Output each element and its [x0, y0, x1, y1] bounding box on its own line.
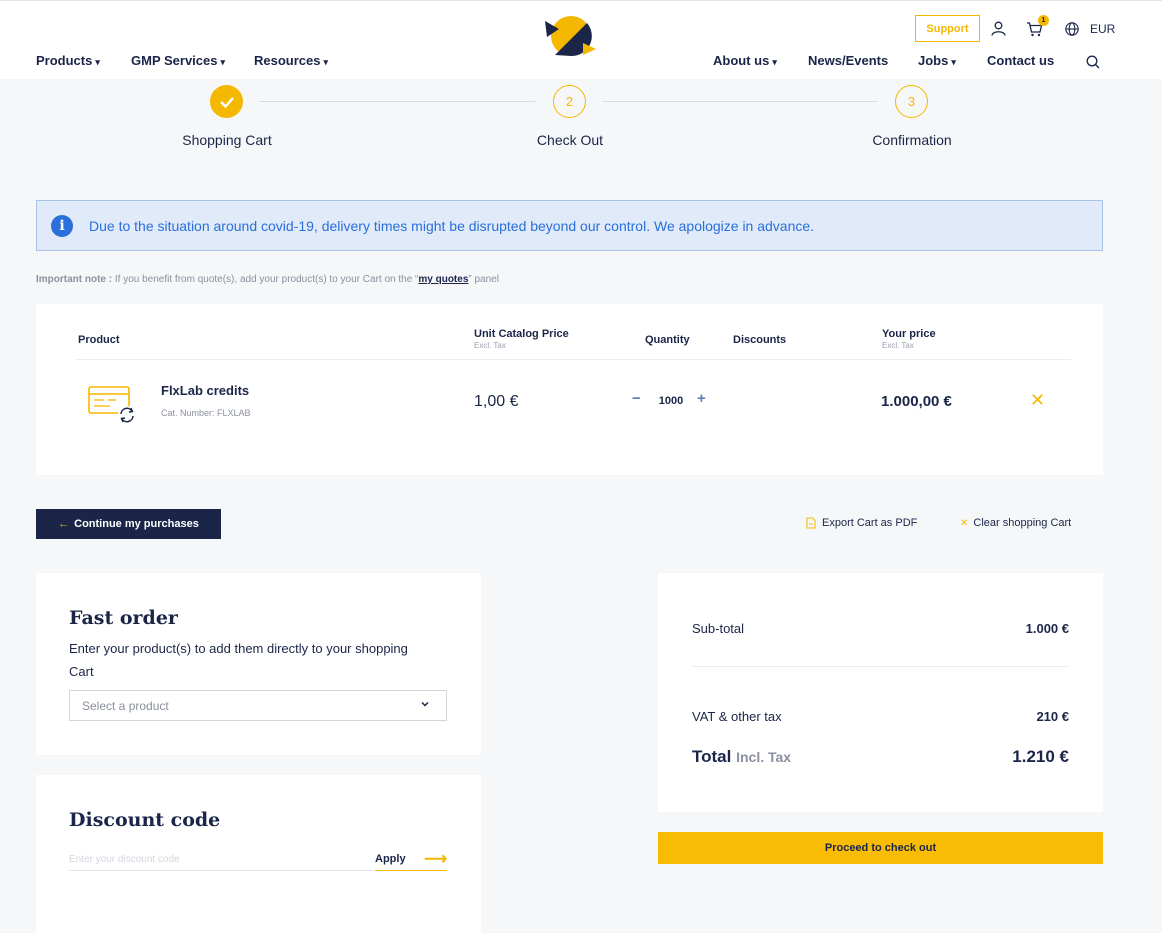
total-incl-tax: Incl. Tax: [736, 749, 792, 765]
chevron-down-icon: ▾: [220, 57, 226, 67]
nav-label: GMP Services: [131, 53, 218, 68]
discount-code-input[interactable]: [69, 848, 374, 871]
apply-button[interactable]: Apply ⟶: [375, 848, 447, 871]
arrow-right-icon: ⟶: [424, 851, 447, 868]
row-divider: [76, 359, 1071, 360]
header-your-price-sub: Excl. Tax: [882, 341, 914, 350]
export-pdf-link[interactable]: Export Cart as PDF: [806, 517, 917, 529]
nav-label: Resources: [254, 53, 321, 68]
info-icon: i: [51, 214, 73, 237]
chevron-down-icon: ▾: [95, 57, 100, 67]
cart-table: Product Unit Catalog Price Excl. Tax Qua…: [36, 304, 1103, 475]
arrow-left-icon: ←: [58, 518, 70, 530]
subtotal-label: Sub-total: [692, 621, 745, 636]
summary-divider: [692, 666, 1070, 667]
alert-text: Due to the situation around covid-19, de…: [89, 217, 815, 234]
product-name[interactable]: FlxLab credits: [161, 383, 249, 398]
nav-resources[interactable]: Resources ▾: [254, 53, 328, 68]
clear-cart-link[interactable]: ✕ Clear shopping Cart: [960, 517, 1071, 529]
chevron-down-icon: ▾: [951, 57, 956, 67]
nav-label: About us: [713, 53, 770, 68]
remove-item-icon[interactable]: ✕: [1030, 390, 1045, 411]
header-quantity: Quantity: [645, 334, 690, 346]
nav-about-us[interactable]: About us ▾: [713, 53, 777, 68]
header-your-price: Your price: [882, 328, 936, 340]
total-label: Total Incl. Tax: [692, 747, 791, 767]
discount-panel: Discount code Apply ⟶: [36, 775, 481, 933]
fast-order-description: Enter your product(s) to add them direct…: [69, 641, 408, 679]
total-text: Total: [692, 747, 732, 766]
product-cat-number: Cat. Number: FLXLAB: [161, 408, 251, 418]
header-discounts: Discounts: [733, 334, 787, 346]
cart-count-badge: 1: [1038, 15, 1049, 26]
note-text: If you benefit from quote(s), add your p…: [112, 274, 419, 285]
chevron-down-icon: ▾: [323, 57, 329, 67]
nav-news-events[interactable]: News/Events: [808, 53, 888, 68]
header-product: Product: [78, 334, 120, 346]
note-text-after: ” panel: [468, 274, 499, 285]
total-value: 1.210 €: [1012, 747, 1069, 766]
step-1-label: Shopping Cart: [182, 132, 272, 148]
logo[interactable]: [543, 15, 597, 59]
apply-label: Apply: [375, 853, 406, 865]
step-3-label: Confirmation: [872, 132, 952, 148]
quantity-decrease-button[interactable]: −: [632, 390, 641, 407]
nav-label: Jobs: [918, 53, 949, 68]
continue-label: Continue my purchases: [74, 518, 199, 530]
your-price: 1.000,00 €: [881, 393, 952, 410]
quantity-input[interactable]: [646, 395, 696, 407]
user-icon[interactable]: [991, 21, 1006, 36]
fast-order-title: Fast order: [69, 607, 178, 629]
close-icon: ✕: [960, 517, 969, 529]
step-1-circle: [210, 85, 243, 118]
pdf-icon: [806, 517, 816, 529]
nav-jobs[interactable]: Jobs ▾: [918, 53, 956, 68]
nav-label: Contact us: [987, 53, 1055, 68]
nav-contact-us[interactable]: Contact us: [987, 53, 1054, 68]
search-icon[interactable]: [1086, 55, 1100, 69]
header-unit-price-sub: Excl. Tax: [474, 341, 506, 350]
step-2-label: Check Out: [536, 132, 604, 148]
note-bold: Important note :: [36, 274, 113, 285]
chevron-down-icon: [421, 701, 429, 707]
step-3-circle: 3: [895, 85, 928, 118]
vat-value: 210 €: [1036, 709, 1069, 724]
covid-alert: i Due to the situation around covid-19, …: [36, 200, 1103, 251]
my-quotes-link[interactable]: my quotes: [418, 274, 468, 285]
unit-price: 1,00 €: [474, 393, 519, 410]
discount-title: Discount code: [69, 809, 221, 831]
fast-order-panel: Fast order Enter your product(s) to add …: [36, 573, 481, 755]
subtotal-value: 1.000 €: [1025, 621, 1069, 636]
nav-gmp-services[interactable]: GMP Services ▾: [131, 53, 225, 68]
export-pdf-label: Export Cart as PDF: [822, 517, 918, 529]
quantity-increase-button[interactable]: +: [697, 390, 706, 407]
step-connector: [602, 101, 878, 102]
nav-products[interactable]: Products ▾: [36, 53, 100, 68]
important-note: Important note : If you benefit from quo…: [36, 274, 499, 285]
header-unit-price: Unit Catalog Price: [474, 328, 569, 340]
currency-selector[interactable]: EUR: [1090, 22, 1115, 36]
select-placeholder: Select a product: [82, 698, 169, 713]
proceed-checkout-button[interactable]: Proceed to check out: [658, 832, 1103, 864]
support-button[interactable]: Support: [915, 15, 980, 42]
chevron-down-icon: ▾: [772, 57, 777, 67]
product-select[interactable]: Select a product: [69, 690, 447, 721]
credit-card-icon: [88, 386, 136, 424]
nav-label: Products: [36, 53, 93, 68]
step-2-circle: 2: [553, 85, 586, 118]
checkmark-icon: [219, 96, 234, 108]
vat-label: VAT & other tax: [692, 709, 782, 724]
step-connector: [259, 101, 535, 102]
clear-cart-label: Clear shopping Cart: [973, 517, 1072, 529]
nav-label: News/Events: [808, 53, 889, 68]
continue-purchases-button[interactable]: ← Continue my purchases: [36, 509, 221, 539]
site-header: Products ▾ GMP Services ▾ Resources ▾ Suppo…: [0, 0, 1162, 79]
globe-icon[interactable]: [1065, 22, 1079, 36]
summary-panel: Sub-total 1.000 € VAT & other tax 210 € …: [658, 573, 1103, 812]
